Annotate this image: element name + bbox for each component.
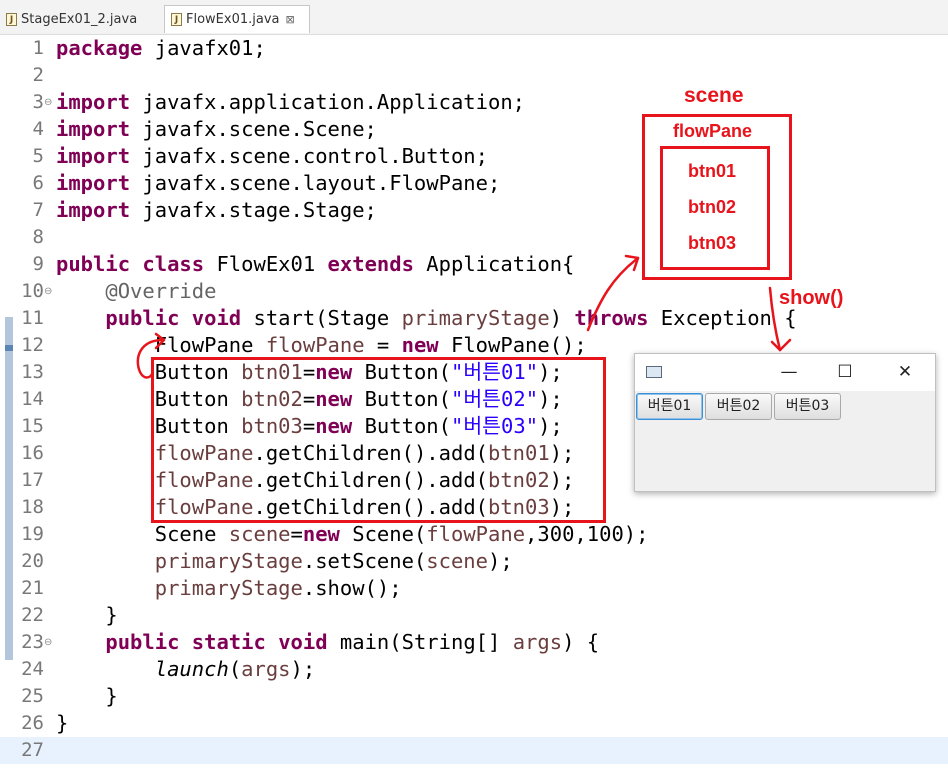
- code-text: launch(args);: [154, 657, 316, 681]
- code-text: import javafx.stage.Stage;: [56, 198, 377, 222]
- code-line[interactable]: 19 Scene scene=new Scene(flowPane,300,10…: [0, 521, 948, 548]
- code-text: import javafx.scene.layout.FlowPane;: [56, 171, 501, 195]
- button-01[interactable]: 버튼01: [636, 393, 703, 420]
- line-number: 22: [21, 604, 44, 626]
- maximize-button[interactable]: ☐: [822, 354, 868, 391]
- close-tab-icon[interactable]: ⊠: [286, 13, 295, 26]
- code-text: public class FlowEx01 extends Applicatio…: [56, 252, 575, 276]
- button-02[interactable]: 버튼02: [705, 393, 772, 420]
- line-number: 7: [32, 199, 44, 221]
- code-text: public void start(Stage primaryStage) th…: [105, 306, 797, 330]
- line-number: 10: [21, 280, 44, 302]
- fold-toggle-icon[interactable]: ⊖: [44, 278, 52, 305]
- editor-tab-bar: J StageEx01_2.java J FlowEx01.java ⊠: [0, 0, 948, 35]
- line-number: 17: [21, 469, 44, 491]
- java-app-icon: [646, 366, 662, 378]
- javafx-window[interactable]: — ☐ ✕ 버튼01 버튼02 버튼03: [634, 353, 936, 492]
- code-text: import javafx.scene.control.Button;: [56, 144, 488, 168]
- tab-flowex01[interactable]: J FlowEx01.java ⊠: [164, 5, 310, 33]
- btn03-label: btn03: [688, 233, 737, 253]
- code-line[interactable]: 5 import javafx.scene.control.Button;: [0, 143, 948, 170]
- line-number: 6: [32, 172, 44, 194]
- line-number: 13: [21, 361, 44, 383]
- line-number: 21: [21, 577, 44, 599]
- line-number: 1: [32, 37, 44, 59]
- line-number: 15: [21, 415, 44, 437]
- window-title-bar[interactable]: — ☐ ✕: [635, 354, 935, 391]
- line-number: 2: [32, 64, 44, 86]
- line-number: 3: [32, 91, 44, 113]
- line-number: 18: [21, 496, 44, 518]
- code-text: Scene scene=new Scene(flowPane,300,100);: [56, 522, 649, 546]
- code-line[interactable]: 2: [0, 62, 948, 89]
- code-line[interactable]: 26}: [0, 710, 948, 737]
- code-text: }: [56, 684, 118, 708]
- line-number: 12: [21, 334, 44, 356]
- code-line[interactable]: 8: [0, 224, 948, 251]
- line-number: 25: [21, 685, 44, 707]
- code-line[interactable]: 24 launch(args);: [0, 656, 948, 683]
- line-number: 23: [21, 631, 44, 653]
- tab-label: FlowEx01.java: [186, 12, 280, 27]
- code-text: package javafx01;: [56, 36, 266, 60]
- flowpane-content: 버튼01 버튼02 버튼03: [635, 391, 935, 491]
- code-line[interactable]: 22 }: [0, 602, 948, 629]
- code-text: FlowPane flowPane = new FlowPane();: [56, 333, 587, 357]
- code-text: public static void main(String[] args) {: [105, 630, 600, 654]
- btn01-label: btn01: [688, 161, 737, 181]
- show-label: show(): [779, 287, 844, 309]
- code-line[interactable]: 6 import javafx.scene.layout.FlowPane;: [0, 170, 948, 197]
- code-line[interactable]: 25 }: [0, 683, 948, 710]
- code-line[interactable]: 20 primaryStage.setScene(scene);: [0, 548, 948, 575]
- code-line[interactable]: 7 import javafx.stage.Stage;: [0, 197, 948, 224]
- button-code-box: [151, 357, 606, 523]
- minimize-button[interactable]: —: [766, 354, 812, 391]
- flowpane-label: flowPane: [673, 121, 753, 141]
- code-line[interactable]: 23 ⊖ public static void main(String[] arg…: [0, 629, 948, 656]
- tab-stageex01-2[interactable]: J StageEx01_2.java: [0, 5, 160, 33]
- java-file-icon: J: [171, 13, 182, 26]
- line-number: 8: [32, 226, 44, 248]
- code-text: }: [56, 711, 69, 735]
- code-text: import javafx.application.Application;: [56, 90, 526, 114]
- fold-toggle-icon[interactable]: ⊖: [44, 629, 52, 656]
- code-text: @Override: [105, 279, 217, 303]
- code-line[interactable]: 1 package javafx01;: [0, 35, 948, 62]
- line-number: 9: [32, 253, 44, 275]
- line-number: 16: [21, 442, 44, 464]
- line-number: 24: [21, 658, 44, 680]
- code-text: }: [56, 603, 118, 627]
- line-number: 27: [21, 739, 44, 761]
- line-number: 26: [21, 712, 44, 734]
- java-file-icon: J: [6, 12, 17, 26]
- line-number: 4: [32, 118, 44, 140]
- code-line[interactable]: 27: [0, 737, 948, 764]
- btn02-label: btn02: [688, 197, 737, 217]
- fold-toggle-icon[interactable]: ⊖: [44, 89, 52, 116]
- code-text: primaryStage.setScene(scene);: [154, 549, 513, 573]
- tab-label: StageEx01_2.java: [21, 11, 138, 27]
- line-number: 5: [32, 145, 44, 167]
- code-text: primaryStage.show();: [154, 576, 402, 600]
- close-button[interactable]: ✕: [882, 354, 928, 391]
- button-03[interactable]: 버튼03: [774, 393, 841, 420]
- line-number: 11: [21, 307, 44, 329]
- code-line[interactable]: 21 primaryStage.show();: [0, 575, 948, 602]
- code-line[interactable]: 9 public class FlowEx01 extends Applicati…: [0, 251, 948, 278]
- line-number: 20: [21, 550, 44, 572]
- line-number: 19: [21, 523, 44, 545]
- line-number: 14: [21, 388, 44, 410]
- code-text: import javafx.scene.Scene;: [56, 117, 377, 141]
- code-line[interactable]: 4 import javafx.scene.Scene;: [0, 116, 948, 143]
- scene-label: scene: [684, 84, 744, 107]
- code-line[interactable]: 3 ⊖ import javafx.application.Application;: [0, 89, 948, 116]
